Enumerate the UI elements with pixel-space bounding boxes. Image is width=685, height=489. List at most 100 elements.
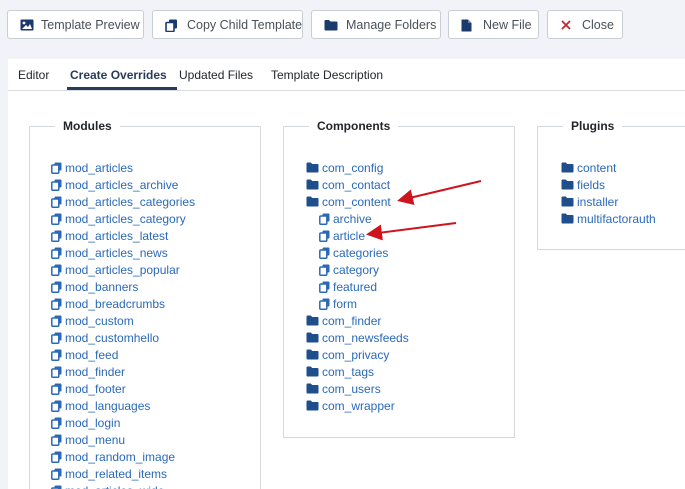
copy-icon — [51, 332, 65, 344]
new-file-button[interactable]: New File — [448, 10, 539, 39]
module-item[interactable]: mod_banners — [51, 278, 138, 295]
copy-icon — [51, 179, 65, 191]
item-label: article — [333, 228, 366, 243]
folder-icon — [306, 315, 322, 326]
folder-icon — [306, 366, 322, 377]
component-item[interactable]: com_tags — [306, 363, 374, 380]
plugins-fieldset: Plugins content fields installer multifacto… — [537, 119, 685, 250]
component-view-item[interactable]: form — [319, 295, 357, 312]
module-item[interactable]: mod_articles_wide — [51, 482, 164, 489]
component-item[interactable]: com_finder — [306, 312, 381, 329]
item-label: com_newsfeeds — [322, 330, 409, 345]
item-label: mod_footer — [65, 381, 126, 396]
template-preview-button[interactable]: Template Preview — [7, 10, 144, 39]
copy-icon — [51, 434, 65, 446]
component-view-item[interactable]: archive — [319, 210, 372, 227]
copy-icon — [51, 247, 65, 259]
module-item[interactable]: mod_articles_news — [51, 244, 168, 261]
copy-icon — [51, 230, 65, 242]
tab-updated-files[interactable]: Updated Files — [179, 68, 253, 82]
module-item[interactable]: mod_login — [51, 414, 120, 431]
item-label: mod_finder — [65, 364, 126, 379]
module-item[interactable]: mod_articles_archive — [51, 176, 178, 193]
module-item[interactable]: mod_random_image — [51, 448, 175, 465]
item-label: category — [333, 262, 380, 277]
module-item[interactable]: mod_articles — [51, 159, 133, 176]
component-item[interactable]: com_users — [306, 380, 381, 397]
item-label: mod_feed — [65, 347, 119, 362]
component-item[interactable]: com_content — [306, 193, 391, 210]
copy-icon — [51, 298, 65, 310]
copy-icon — [51, 451, 65, 463]
copy-icon — [51, 349, 65, 361]
component-item[interactable]: com_contact — [306, 176, 390, 193]
component-view-item[interactable]: category — [319, 261, 379, 278]
folder-icon — [306, 162, 322, 173]
folder-icon — [561, 179, 577, 190]
module-item[interactable]: mod_feed — [51, 346, 118, 363]
module-item[interactable]: mod_articles_category — [51, 210, 186, 227]
modules-title: Modules — [55, 119, 120, 133]
item-label: mod_articles_categories — [65, 194, 196, 209]
copy-icon — [51, 417, 65, 429]
item-label: mod_breadcrumbs — [65, 296, 166, 311]
plugins-title: Plugins — [563, 119, 623, 133]
item-label: mod_login — [65, 415, 121, 430]
item-label: mod_menu — [65, 432, 126, 447]
copy-icon — [51, 196, 65, 208]
item-label: form — [333, 296, 357, 311]
close-button[interactable]: Close — [547, 10, 623, 39]
copy-icon — [51, 468, 65, 480]
component-view-item[interactable]: categories — [319, 244, 388, 261]
copy-icon — [51, 366, 65, 378]
plugin-item[interactable]: installer — [561, 193, 618, 210]
manage-folders-button[interactable]: Manage Folders — [311, 10, 441, 39]
module-item[interactable]: mod_menu — [51, 431, 125, 448]
module-item[interactable]: mod_footer — [51, 380, 126, 397]
folder-icon — [306, 179, 322, 190]
component-item[interactable]: com_config — [306, 159, 383, 176]
copy-icon — [319, 264, 333, 276]
item-label: com_wrapper — [322, 398, 395, 413]
component-item[interactable]: com_newsfeeds — [306, 329, 409, 346]
components-fieldset: Components com_config com_contact com_cont… — [283, 119, 515, 438]
item-label: mod_customhello — [65, 330, 160, 345]
item-label: mod_articles_popular — [65, 262, 180, 277]
module-item[interactable]: mod_articles_categories — [51, 193, 195, 210]
component-view-item[interactable]: featured — [319, 278, 377, 295]
item-label: featured — [333, 279, 378, 294]
plugin-item[interactable]: fields — [561, 176, 605, 193]
copy-icon — [51, 400, 65, 412]
module-item[interactable]: mod_customhello — [51, 329, 159, 346]
copy-child-template-button[interactable]: Copy Child Template — [152, 10, 303, 39]
item-label: com_content — [322, 194, 391, 209]
tab-editor[interactable]: Editor — [18, 68, 49, 82]
module-item[interactable]: mod_articles_latest — [51, 227, 168, 244]
new-file-label: New File — [483, 18, 532, 32]
copy-icon — [51, 213, 65, 225]
copy-icon — [165, 19, 177, 32]
copy-icon — [319, 298, 333, 310]
module-item[interactable]: mod_custom — [51, 312, 134, 329]
item-label: fields — [577, 177, 606, 192]
module-item[interactable]: mod_breadcrumbs — [51, 295, 165, 312]
file-icon — [461, 19, 472, 32]
tab-create-overrides[interactable]: Create Overrides — [70, 68, 167, 82]
component-item[interactable]: com_privacy — [306, 346, 389, 363]
folder-icon — [561, 213, 577, 224]
module-item[interactable]: mod_finder — [51, 363, 125, 380]
item-label: com_users — [322, 381, 381, 396]
item-label: com_finder — [322, 313, 382, 328]
component-item[interactable]: com_wrapper — [306, 397, 395, 414]
folder-icon — [306, 332, 322, 343]
component-view-item[interactable]: article — [319, 227, 365, 244]
module-item[interactable]: mod_related_items — [51, 465, 167, 482]
module-item[interactable]: mod_languages — [51, 397, 150, 414]
item-label: mod_random_image — [65, 449, 176, 464]
plugin-item[interactable]: multifactorauth — [561, 210, 656, 227]
plugin-item[interactable]: content — [561, 159, 616, 176]
copy-icon — [51, 383, 65, 395]
module-item[interactable]: mod_articles_popular — [51, 261, 180, 278]
tab-template-description[interactable]: Template Description — [271, 68, 383, 82]
template-preview-label: Template Preview — [41, 18, 140, 32]
